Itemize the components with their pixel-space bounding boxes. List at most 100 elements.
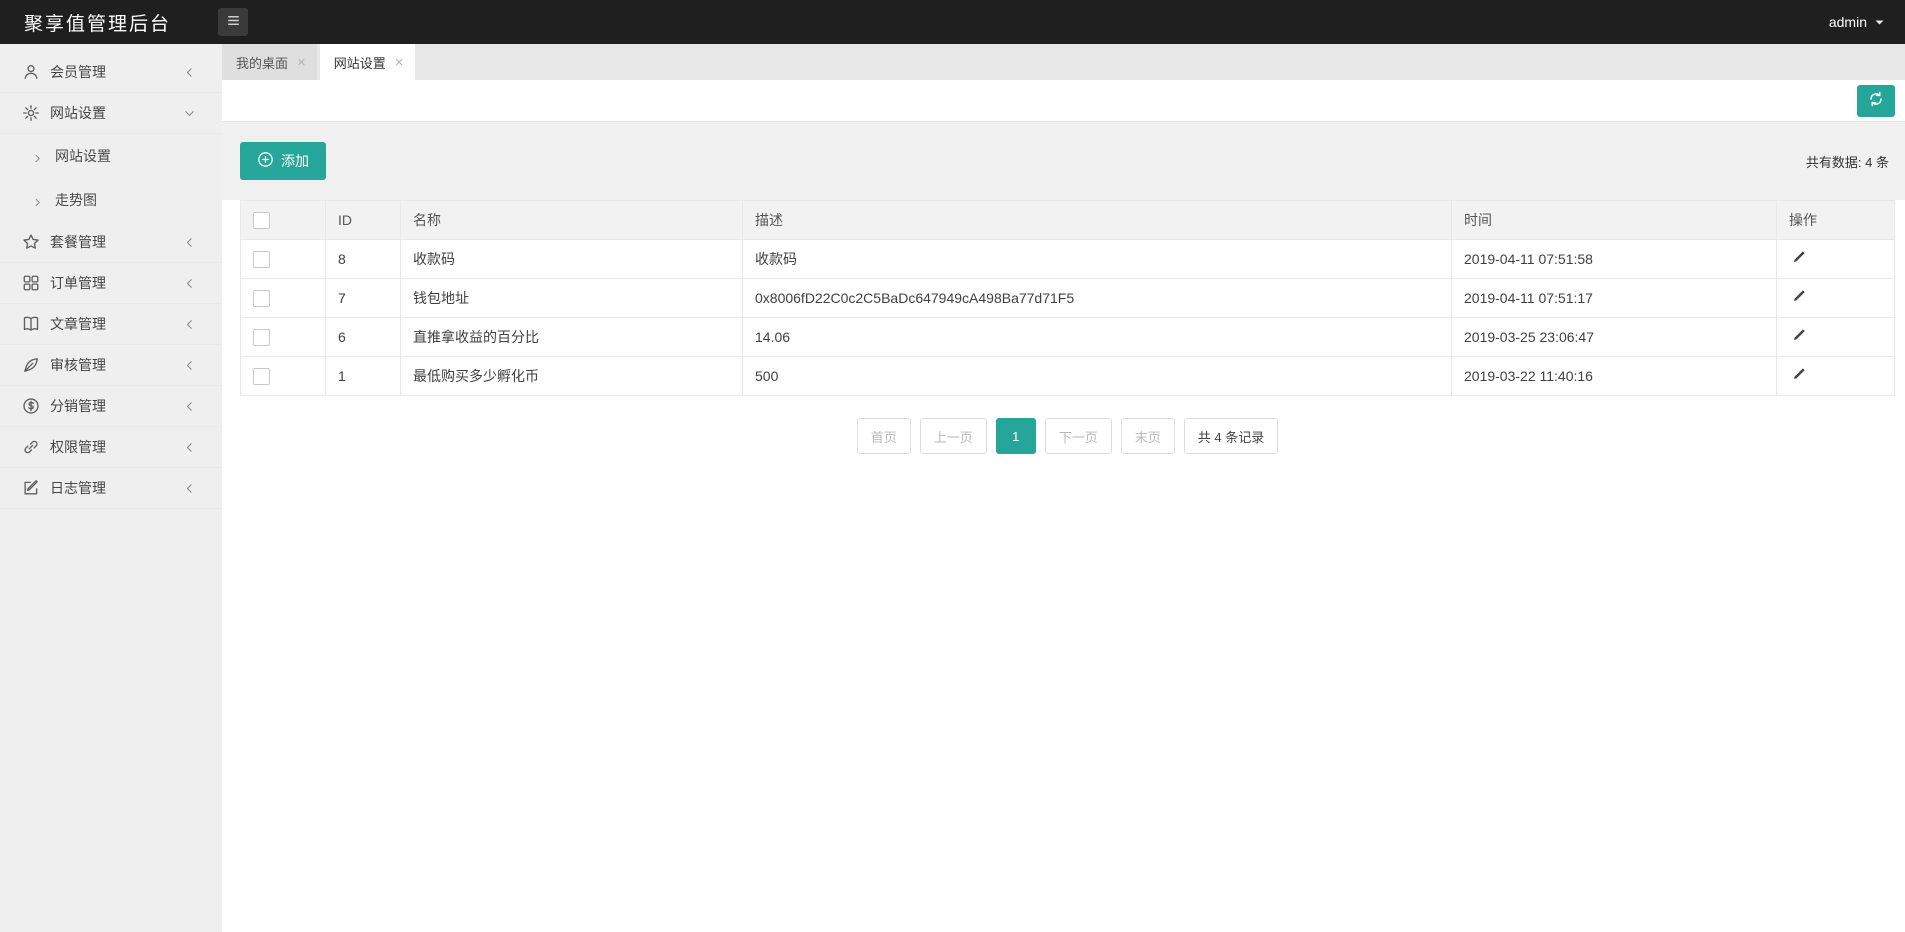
sidebar-item-label: 订单管理 <box>50 275 106 291</box>
audit-icon <box>22 356 40 374</box>
sidebar-subitem[interactable]: 走势图 <box>0 178 222 222</box>
column-header-id: ID <box>325 200 401 240</box>
tab[interactable]: 我的桌面 × <box>222 44 317 80</box>
cell-id: 7 <box>325 278 401 318</box>
edit-button[interactable] <box>1789 248 1808 270</box>
user-name: admin <box>1828 14 1867 30</box>
sidebar-item-article[interactable]: 文章管理 <box>0 304 222 345</box>
cell-desc: 14.06 <box>742 317 1452 357</box>
sidebar-item-audit[interactable]: 审核管理 <box>0 345 222 386</box>
content-toolbar <box>222 80 1905 122</box>
cell-name: 钱包地址 <box>400 278 743 318</box>
cell-id: 1 <box>325 356 401 396</box>
add-button[interactable]: 添加 <box>240 142 326 180</box>
chevron-left-icon <box>183 66 196 79</box>
row-checkbox[interactable] <box>253 328 270 346</box>
chevron-left-icon <box>183 441 196 454</box>
cell-time: 2019-03-25 23:06:47 <box>1451 317 1777 357</box>
row-checkbox[interactable] <box>253 250 270 268</box>
cell-desc: 收款码 <box>742 239 1452 279</box>
tab-bar: 我的桌面 × 网站设置 × <box>222 44 1905 80</box>
cell-name: 收款码 <box>400 239 743 279</box>
close-icon[interactable]: × <box>297 55 306 70</box>
sidebar-item-order[interactable]: 订单管理 <box>0 263 222 304</box>
refresh-icon <box>1868 91 1884 110</box>
dollar-icon <box>22 397 40 415</box>
pencil-icon <box>1791 289 1806 307</box>
pagination-button[interactable]: 首页 <box>856 418 911 454</box>
table-container: ID 名称 描述 时间 操作 8 收款码 收款码 2019-04-11 07:5… <box>222 200 1905 454</box>
tab[interactable]: 网站设置 × <box>319 44 415 80</box>
pagination-total[interactable]: 共 4 条记录 <box>1183 418 1279 454</box>
table-row: 6 直推拿收益的百分比 14.06 2019-03-25 23:06:47 <box>240 317 1895 357</box>
chevron-left-icon <box>183 400 196 413</box>
menu-toggle-button[interactable] <box>218 8 248 36</box>
edit-button[interactable] <box>1789 326 1808 348</box>
hamburger-icon <box>225 12 242 32</box>
link-icon <box>22 438 40 456</box>
row-checkbox[interactable] <box>253 367 270 385</box>
sidebar-item-label: 会员管理 <box>50 64 106 80</box>
chevron-down-icon <box>183 107 196 120</box>
table-row: 7 钱包地址 0x8006fD22C0c2C5BaDc647949cA498Ba… <box>240 278 1895 318</box>
sidebar-item-site[interactable]: 网站设置 <box>0 93 222 134</box>
cell-time: 2019-03-22 11:40:16 <box>1451 356 1777 396</box>
column-header-ops: 操作 <box>1776 200 1895 240</box>
tab-label: 网站设置 <box>333 55 386 71</box>
table-header-row: ID 名称 描述 时间 操作 <box>240 200 1895 240</box>
sidebar-item-package[interactable]: 套餐管理 <box>0 222 222 263</box>
chevron-left-icon <box>183 482 196 495</box>
caret-down-icon <box>1874 17 1885 28</box>
sidebar-subitem[interactable]: 网站设置 <box>0 134 222 178</box>
cell-desc: 500 <box>742 356 1452 396</box>
chevron-right-icon <box>32 195 43 206</box>
edit-button[interactable] <box>1789 287 1808 309</box>
pencil-icon <box>1791 250 1806 268</box>
sidebar-item-resell[interactable]: 分销管理 <box>0 386 222 427</box>
chevron-left-icon <box>183 277 196 290</box>
pencil-icon <box>1791 367 1806 385</box>
plus-circle-icon <box>257 151 274 171</box>
sidebar-item-label: 套餐管理 <box>50 234 106 250</box>
chevron-left-icon <box>183 236 196 249</box>
column-header-name: 名称 <box>400 200 743 240</box>
sidebar-subitem-label: 走势图 <box>55 192 97 208</box>
pagination-button[interactable]: 上一页 <box>919 418 987 454</box>
sidebar-subitem-label: 网站设置 <box>55 148 111 164</box>
column-header-time: 时间 <box>1451 200 1777 240</box>
sidebar-item-perm[interactable]: 权限管理 <box>0 427 222 468</box>
select-all-checkbox[interactable] <box>253 211 270 229</box>
sidebar: 会员管理 网站设置 网站设置 走势图 套餐管理 订单管理 文章管理 审核管理 分… <box>0 44 222 932</box>
close-icon[interactable]: × <box>395 55 404 70</box>
pagination-button[interactable]: 末页 <box>1120 418 1175 454</box>
pencil-icon <box>1791 328 1806 346</box>
settings-table: ID 名称 描述 时间 操作 8 收款码 收款码 2019-04-11 07:5… <box>240 200 1895 396</box>
pagination-button[interactable]: 1 <box>995 418 1036 454</box>
column-header-desc: 描述 <box>742 200 1452 240</box>
user-menu[interactable]: admin <box>1829 14 1885 30</box>
edit-button[interactable] <box>1789 365 1808 387</box>
chevron-right-icon <box>32 151 43 162</box>
cell-time: 2019-04-11 07:51:58 <box>1451 239 1777 279</box>
app-title: 聚享值管理后台 <box>24 13 172 35</box>
sidebar-item-log[interactable]: 日志管理 <box>0 468 222 509</box>
table-row: 1 最低购买多少孵化币 500 2019-03-22 11:40:16 <box>240 356 1895 396</box>
cell-id: 8 <box>325 239 401 279</box>
user-icon <box>22 63 40 81</box>
top-bar: 聚享值管理后台 admin <box>0 0 1905 44</box>
sidebar-item-label: 分销管理 <box>50 398 106 414</box>
sidebar-item-label: 权限管理 <box>50 439 106 455</box>
cell-desc: 0x8006fD22C0c2C5BaDc647949cA498Ba77d71F5 <box>742 278 1452 318</box>
edit-icon <box>22 479 40 497</box>
pagination-button[interactable]: 下一页 <box>1044 418 1112 454</box>
book-icon <box>22 315 40 333</box>
sidebar-item-member[interactable]: 会员管理 <box>0 52 222 93</box>
refresh-button[interactable] <box>1857 84 1895 117</box>
cell-name: 最低购买多少孵化币 <box>400 356 743 396</box>
table-row: 8 收款码 收款码 2019-04-11 07:51:58 <box>240 239 1895 279</box>
pagination: 首页 上一页 1 下一页 末页 共 4 条记录 <box>240 418 1895 454</box>
table-toolbar: 添加 共有数据: 4 条 <box>222 122 1905 200</box>
chevron-left-icon <box>183 359 196 372</box>
tab-label: 我的桌面 <box>236 55 289 71</box>
row-checkbox[interactable] <box>253 289 270 307</box>
